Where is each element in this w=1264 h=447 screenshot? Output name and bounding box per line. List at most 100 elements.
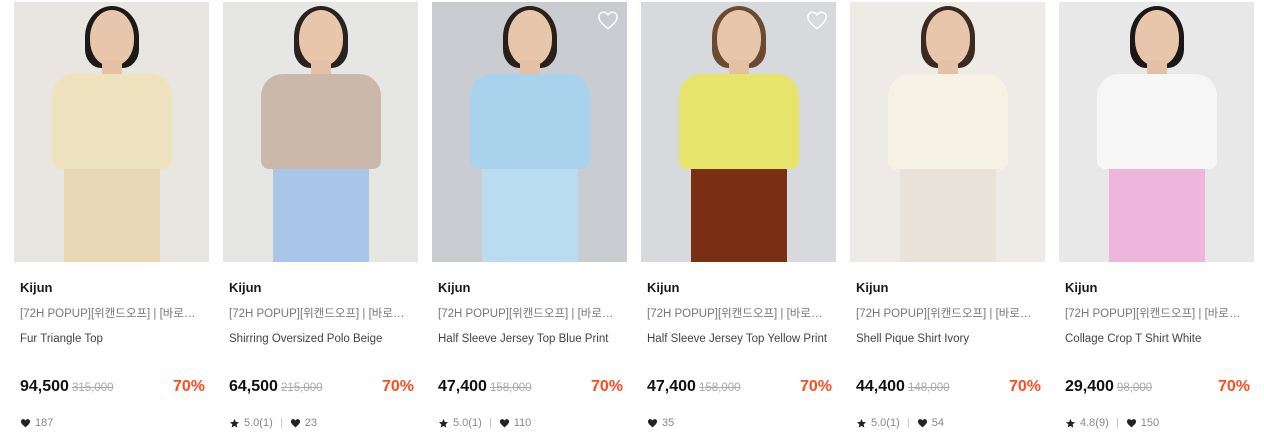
original-price: 158,000 — [489, 382, 532, 394]
model-head — [716, 10, 761, 66]
product-image[interactable] — [1059, 2, 1254, 262]
product-meta: 5.0(1) 110 — [438, 415, 531, 431]
product-grid: Kijun [72H POPUP][위캔드오프] | [바로배송] Fur Tr… — [14, 2, 1254, 442]
model-top-garment — [51, 74, 172, 169]
wishlist-heart-icon[interactable] — [597, 10, 619, 30]
price-row: 47,400 158,000 70% — [438, 378, 623, 398]
product-card[interactable]: Kijun [72H POPUP][위캔드오프] | [바로배송] Fur Tr… — [14, 2, 209, 442]
brand-name[interactable]: Kijun — [647, 280, 830, 296]
model-bottom-garment — [63, 162, 160, 262]
like-count: 35 — [662, 417, 675, 429]
sale-price: 94,500 — [20, 378, 69, 395]
discount-rate: 70% — [381, 378, 414, 395]
sale-price: 29,400 — [1065, 378, 1114, 395]
product-name[interactable]: Half Sleeve Jersey Top Yellow Print — [647, 331, 830, 347]
product-card[interactable]: Kijun [72H POPUP][위캔드오프] | [바로배송] Half S… — [641, 2, 836, 442]
discount-rate: 70% — [590, 378, 623, 395]
star-icon — [856, 418, 867, 429]
product-tagline: [72H POPUP][위캔드오프] | [바로배송] — [20, 308, 203, 320]
original-price: 315,000 — [71, 382, 114, 394]
model-top-garment — [1096, 74, 1217, 169]
brand-name[interactable]: Kijun — [20, 280, 203, 296]
rating: 5.0(1) — [438, 417, 499, 429]
rating-value: 4.8(9) — [1080, 417, 1109, 429]
sale-price: 64,500 — [229, 378, 278, 395]
price-row: 29,400 98,000 70% — [1065, 378, 1250, 398]
product-tagline: [72H POPUP][위캔드오프] | [바로배송] — [647, 308, 830, 320]
product-card[interactable]: Kijun [72H POPUP][위캔드오프] | [바로배송] Half S… — [432, 2, 627, 442]
brand-name[interactable]: Kijun — [229, 280, 412, 296]
model-bottom-garment — [1108, 162, 1205, 262]
discount-rate: 70% — [1008, 378, 1041, 395]
rating: 5.0(1) — [229, 417, 290, 429]
model-head — [925, 10, 970, 66]
model-head — [298, 10, 343, 66]
original-price: 215,000 — [280, 382, 323, 394]
original-price: 98,000 — [1116, 382, 1153, 394]
sale-price: 47,400 — [647, 378, 696, 395]
model-head — [507, 10, 552, 66]
brand-name[interactable]: Kijun — [1065, 280, 1248, 296]
like-heart-icon — [20, 418, 31, 428]
sale-price: 47,400 — [438, 378, 487, 395]
model-top-garment — [887, 74, 1008, 169]
like-heart-icon — [499, 418, 510, 428]
like-count: 110 — [513, 417, 532, 429]
model-bottom-garment — [272, 162, 369, 262]
meta-divider — [1116, 418, 1118, 428]
model-bottom-garment — [481, 162, 578, 262]
product-meta: 35 — [647, 415, 674, 431]
like-heart-icon — [290, 418, 301, 428]
product-image[interactable] — [223, 2, 418, 262]
discount-rate: 70% — [799, 378, 832, 395]
star-icon — [1065, 418, 1076, 429]
price-row: 64,500 215,000 70% — [229, 378, 414, 398]
product-name[interactable]: Fur Triangle Top — [20, 331, 203, 347]
product-card[interactable]: Kijun [72H POPUP][위캔드오프] | [바로배송] Collag… — [1059, 2, 1254, 442]
product-image[interactable] — [14, 2, 209, 262]
product-meta: 187 — [20, 415, 53, 431]
sale-price: 44,400 — [856, 378, 905, 395]
wishlist-heart-icon[interactable] — [806, 10, 828, 30]
price-row: 47,400 158,000 70% — [647, 378, 832, 398]
meta-divider — [907, 418, 909, 428]
price-row: 44,400 148,000 70% — [856, 378, 1041, 398]
product-card[interactable]: Kijun [72H POPUP][위캔드오프] | [바로배송] Shirri… — [223, 2, 418, 442]
like-count: 150 — [1140, 417, 1160, 429]
model-bottom-garment — [690, 162, 787, 262]
product-meta: 5.0(1) 54 — [856, 415, 944, 431]
product-image[interactable] — [850, 2, 1045, 262]
like-count: 54 — [931, 417, 944, 429]
model-head — [1134, 10, 1179, 66]
product-tagline: [72H POPUP][위캔드오프] | [바로배송] — [229, 308, 412, 320]
product-name[interactable]: Half Sleeve Jersey Top Blue Print — [438, 331, 621, 347]
star-icon — [229, 418, 240, 429]
meta-divider — [280, 418, 282, 428]
brand-name[interactable]: Kijun — [438, 280, 621, 296]
product-image[interactable] — [641, 2, 836, 262]
product-card[interactable]: Kijun [72H POPUP][위캔드오프] | [바로배송] Shell … — [850, 2, 1045, 442]
rating-value: 5.0(1) — [453, 417, 482, 429]
product-name[interactable]: Shell Pique Shirt Ivory — [856, 331, 1039, 347]
rating-value: 5.0(1) — [244, 417, 273, 429]
brand-name[interactable]: Kijun — [856, 280, 1039, 296]
rating: 4.8(9) — [1065, 417, 1126, 429]
product-meta: 5.0(1) 23 — [229, 415, 317, 431]
rating-value: 5.0(1) — [871, 417, 900, 429]
product-tagline: [72H POPUP][위캔드오프] | [바로배송] — [856, 308, 1039, 320]
like-count: 187 — [35, 417, 54, 429]
product-meta: 4.8(9) 150 — [1065, 415, 1159, 431]
product-name[interactable]: Shirring Oversized Polo Beige — [229, 331, 412, 347]
like-count: 23 — [304, 417, 317, 429]
original-price: 158,000 — [698, 382, 741, 394]
like-heart-icon — [1126, 418, 1137, 428]
price-row: 94,500 315,000 70% — [20, 378, 205, 398]
product-name[interactable]: Collage Crop T Shirt White — [1065, 331, 1248, 347]
like-heart-icon — [917, 418, 928, 428]
discount-rate: 70% — [172, 378, 205, 395]
model-head — [89, 10, 134, 66]
product-tagline: [72H POPUP][위캔드오프] | [바로배송] — [1065, 308, 1248, 320]
meta-divider — [489, 418, 491, 428]
product-image[interactable] — [432, 2, 627, 262]
original-price: 148,000 — [907, 382, 950, 394]
